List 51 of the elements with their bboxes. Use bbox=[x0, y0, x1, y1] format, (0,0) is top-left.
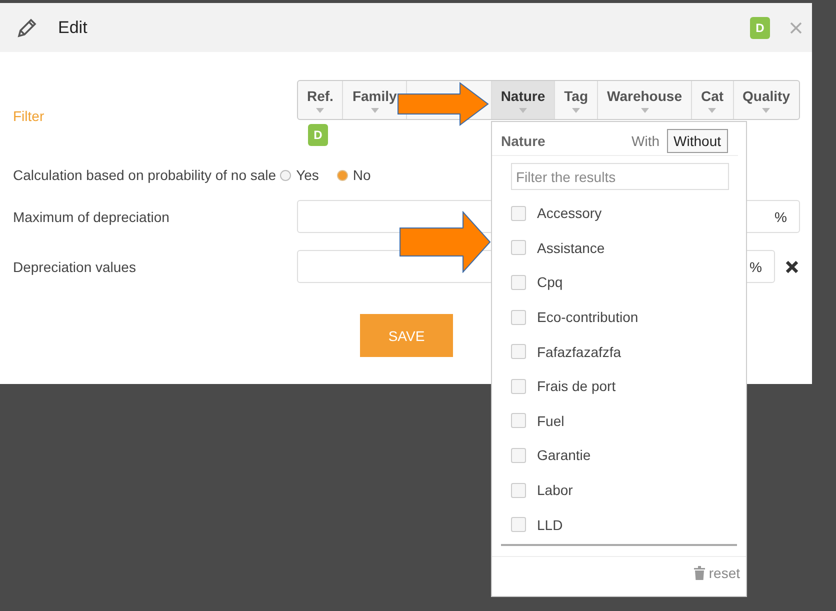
status-badge: D bbox=[750, 16, 770, 38]
filter-label: Filter bbox=[13, 107, 46, 124]
checkbox[interactable] bbox=[511, 378, 526, 394]
filter-column-tab[interactable]: Cat bbox=[690, 81, 733, 119]
radio-option[interactable]: Yes bbox=[280, 167, 319, 183]
status-badge: D bbox=[308, 124, 328, 146]
delete-icon[interactable] bbox=[785, 260, 799, 274]
list-item[interactable]: Fuel bbox=[492, 404, 746, 438]
field-label: Depreciation values bbox=[13, 258, 137, 274]
mode-toggle[interactable]: With bbox=[624, 129, 667, 153]
list-item[interactable]: Frais de port bbox=[492, 368, 746, 404]
list-item[interactable]: Labor bbox=[492, 472, 746, 508]
checkbox[interactable] bbox=[511, 240, 526, 256]
mode-toggle[interactable]: Without bbox=[666, 129, 728, 153]
list-item[interactable]: Garantie bbox=[492, 438, 746, 473]
search-field[interactable]: Filter the results bbox=[511, 163, 729, 190]
caret-icon bbox=[640, 108, 648, 112]
list-item[interactable]: Assistance bbox=[492, 230, 746, 266]
checkbox[interactable] bbox=[511, 482, 526, 498]
filter-column-tab[interactable]: Tag bbox=[554, 81, 598, 119]
checkbox[interactable] bbox=[511, 274, 526, 290]
dropdown-title: Nature bbox=[501, 133, 546, 149]
checkbox[interactable] bbox=[511, 344, 526, 360]
checkbox[interactable] bbox=[511, 310, 526, 325]
close-icon[interactable] bbox=[790, 22, 802, 34]
list-item[interactable]: Accessory bbox=[492, 196, 746, 231]
filter-column-tab[interactable]: Quality bbox=[732, 81, 800, 119]
filter-column-tab[interactable]: Nature bbox=[490, 81, 554, 119]
field-label: Maximum of depreciation bbox=[13, 208, 170, 224]
checkbox[interactable] bbox=[511, 517, 526, 532]
reset-button[interactable]: reset bbox=[694, 565, 740, 581]
pencil-icon bbox=[16, 16, 38, 38]
caret-icon bbox=[370, 108, 379, 112]
trash-icon bbox=[694, 566, 705, 580]
dialog-title: Edit bbox=[58, 18, 88, 38]
list-item[interactable]: Fafazfazafzfa bbox=[492, 334, 746, 369]
checkbox[interactable] bbox=[511, 206, 526, 221]
caret-icon bbox=[762, 108, 770, 112]
checkbox[interactable] bbox=[511, 448, 526, 463]
checkbox[interactable] bbox=[511, 413, 526, 428]
caret-icon bbox=[708, 108, 716, 112]
radio-option[interactable]: No bbox=[336, 167, 371, 183]
filter-column-tab[interactable]: Warehouse bbox=[597, 81, 691, 119]
filter-column-tab[interactable]: Ref. bbox=[298, 81, 342, 119]
caret-icon bbox=[572, 108, 580, 112]
list-item[interactable]: LLD bbox=[492, 507, 746, 542]
caret-icon bbox=[518, 108, 527, 112]
caret-icon bbox=[316, 108, 324, 112]
list-item[interactable]: Eco-contribution bbox=[492, 300, 746, 334]
probability-label: Calculation based on probability of no sale bbox=[13, 167, 276, 183]
list-item[interactable]: Cpq bbox=[492, 265, 746, 300]
